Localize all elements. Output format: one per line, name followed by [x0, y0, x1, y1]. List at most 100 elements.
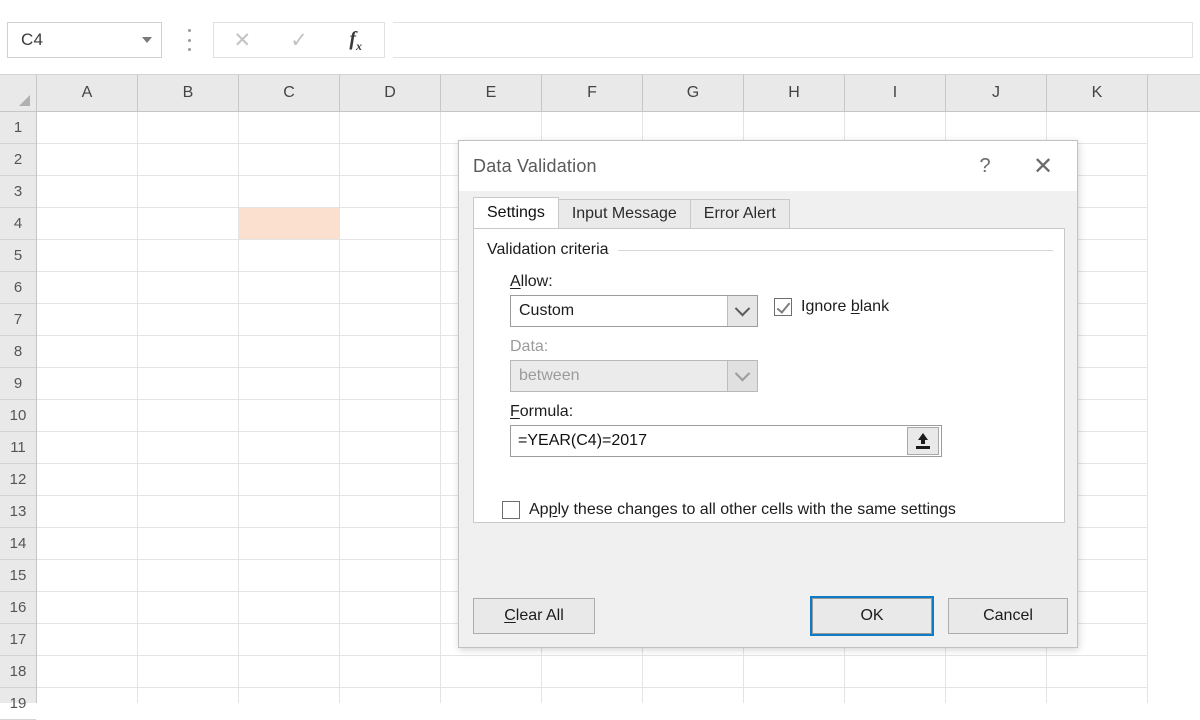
checkbox-icon[interactable]: [774, 298, 792, 316]
cell-A6[interactable]: [37, 272, 138, 304]
cell-A15[interactable]: [37, 560, 138, 592]
cell-D19[interactable]: [340, 688, 441, 703]
cell-A8[interactable]: [37, 336, 138, 368]
cell-A9[interactable]: [37, 368, 138, 400]
column-header-i[interactable]: I: [845, 75, 946, 111]
cell-B13[interactable]: [138, 496, 239, 528]
cell-B18[interactable]: [138, 656, 239, 688]
cell-D1[interactable]: [340, 112, 441, 144]
cell-C2[interactable]: [239, 144, 340, 176]
row-header-10[interactable]: 10: [0, 400, 36, 432]
column-header-b[interactable]: B: [138, 75, 239, 111]
cell-B15[interactable]: [138, 560, 239, 592]
cell-B7[interactable]: [138, 304, 239, 336]
cell-A17[interactable]: [37, 624, 138, 656]
column-header-h[interactable]: H: [744, 75, 845, 111]
checkbox-icon[interactable]: [502, 501, 520, 519]
column-header-d[interactable]: D: [340, 75, 441, 111]
cell-D13[interactable]: [340, 496, 441, 528]
cell-B2[interactable]: [138, 144, 239, 176]
tab-settings[interactable]: Settings: [473, 197, 559, 228]
cell-D5[interactable]: [340, 240, 441, 272]
cell-B4[interactable]: [138, 208, 239, 240]
cell-B5[interactable]: [138, 240, 239, 272]
cell-C12[interactable]: [239, 464, 340, 496]
cell-B1[interactable]: [138, 112, 239, 144]
row-header-8[interactable]: 8: [0, 336, 36, 368]
cell-A16[interactable]: [37, 592, 138, 624]
row-header-12[interactable]: 12: [0, 464, 36, 496]
cell-D3[interactable]: [340, 176, 441, 208]
column-header-k[interactable]: K: [1047, 75, 1148, 111]
chevron-down-icon[interactable]: [133, 37, 161, 43]
cell-D8[interactable]: [340, 336, 441, 368]
cell-G19[interactable]: [643, 688, 744, 703]
cell-B17[interactable]: [138, 624, 239, 656]
cell-E18[interactable]: [441, 656, 542, 688]
cell-C15[interactable]: [239, 560, 340, 592]
row-header-15[interactable]: 15: [0, 560, 36, 592]
cell-C9[interactable]: [239, 368, 340, 400]
row-header-19[interactable]: 19: [0, 688, 36, 720]
close-icon[interactable]: ✕: [1021, 141, 1065, 191]
tab-input-message[interactable]: Input Message: [557, 199, 691, 228]
formula-input[interactable]: [393, 22, 1193, 58]
cell-D16[interactable]: [340, 592, 441, 624]
chevron-down-icon[interactable]: [727, 296, 757, 326]
column-header-g[interactable]: G: [643, 75, 744, 111]
cell-D14[interactable]: [340, 528, 441, 560]
ok-button[interactable]: OK: [812, 598, 932, 634]
close-x-icon[interactable]: ✕: [214, 23, 271, 57]
cell-D11[interactable]: [340, 432, 441, 464]
cell-D9[interactable]: [340, 368, 441, 400]
ignore-blank-checkbox[interactable]: Ignore blank: [774, 298, 889, 316]
row-header-3[interactable]: 3: [0, 176, 36, 208]
cell-K18[interactable]: [1047, 656, 1148, 688]
cell-A18[interactable]: [37, 656, 138, 688]
apply-all-checkbox[interactable]: Apply these changes to all other cells w…: [502, 501, 956, 519]
cell-E19[interactable]: [441, 688, 542, 703]
cell-A3[interactable]: [37, 176, 138, 208]
row-header-17[interactable]: 17: [0, 624, 36, 656]
cell-D15[interactable]: [340, 560, 441, 592]
cell-F19[interactable]: [542, 688, 643, 703]
cell-D2[interactable]: [340, 144, 441, 176]
cell-C10[interactable]: [239, 400, 340, 432]
row-header-14[interactable]: 14: [0, 528, 36, 560]
cell-D4[interactable]: [340, 208, 441, 240]
cell-B14[interactable]: [138, 528, 239, 560]
row-header-18[interactable]: 18: [0, 656, 36, 688]
row-header-1[interactable]: 1: [0, 112, 36, 144]
column-header-j[interactable]: J: [946, 75, 1047, 111]
cell-C8[interactable]: [239, 336, 340, 368]
cell-I19[interactable]: [845, 688, 946, 703]
row-header-6[interactable]: 6: [0, 272, 36, 304]
row-header-13[interactable]: 13: [0, 496, 36, 528]
row-header-4[interactable]: 4: [0, 208, 36, 240]
cell-C17[interactable]: [239, 624, 340, 656]
column-header-c[interactable]: C: [239, 75, 340, 111]
cell-C6[interactable]: [239, 272, 340, 304]
cell-B16[interactable]: [138, 592, 239, 624]
cell-A7[interactable]: [37, 304, 138, 336]
cell-F18[interactable]: [542, 656, 643, 688]
cell-C19[interactable]: [239, 688, 340, 703]
row-header-7[interactable]: 7: [0, 304, 36, 336]
cell-D7[interactable]: [340, 304, 441, 336]
cell-H19[interactable]: [744, 688, 845, 703]
row-header-2[interactable]: 2: [0, 144, 36, 176]
column-header-f[interactable]: F: [542, 75, 643, 111]
cell-A14[interactable]: [37, 528, 138, 560]
cell-D12[interactable]: [340, 464, 441, 496]
cell-B19[interactable]: [138, 688, 239, 703]
cell-A2[interactable]: [37, 144, 138, 176]
column-header-a[interactable]: A: [37, 75, 138, 111]
clear-all-button[interactable]: Clear All: [473, 598, 595, 634]
cancel-button[interactable]: Cancel: [948, 598, 1068, 634]
cell-C5[interactable]: [239, 240, 340, 272]
cell-A1[interactable]: [37, 112, 138, 144]
cell-A19[interactable]: [37, 688, 138, 703]
cell-G18[interactable]: [643, 656, 744, 688]
cell-D18[interactable]: [340, 656, 441, 688]
cell-C7[interactable]: [239, 304, 340, 336]
